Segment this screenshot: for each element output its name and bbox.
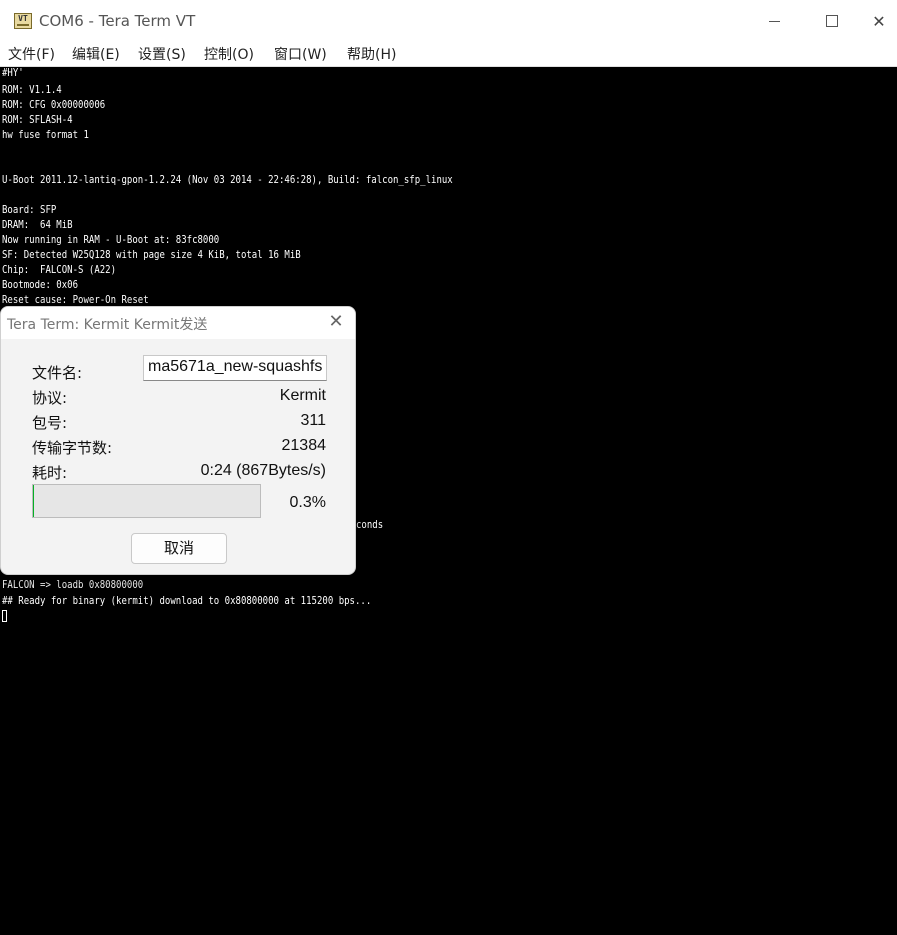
menu-file[interactable]: 文件(F): [8, 44, 55, 64]
terminal-line: Board: SFP: [2, 203, 57, 216]
title-bar[interactable]: VT COM6 - Tera Term VT ✕: [0, 0, 897, 42]
bytes-label: 传输字节数:: [32, 439, 113, 457]
minimize-button[interactable]: [745, 0, 803, 42]
time-label: 耗时:: [32, 464, 68, 482]
progress-bar: [32, 484, 261, 518]
dialog-close-icon[interactable]: ✕: [325, 311, 347, 333]
filename-label: 文件名:: [32, 364, 83, 382]
menu-bar: 文件(F) 编辑(E) 设置(S) 控制(O) 窗口(W) 帮助(H): [0, 42, 897, 67]
cancel-button[interactable]: 取消: [131, 533, 227, 564]
terminal-line: Reset cause: Power-On Reset: [2, 293, 149, 306]
filename-field[interactable]: ma5671a_new-squashfs: [143, 355, 327, 381]
progress-fill: [33, 485, 34, 517]
terminal-line: #HY': [2, 67, 24, 79]
packet-label: 包号:: [32, 414, 68, 432]
dialog-title-bar[interactable]: Tera Term: Kermit Kermit发送 ✕: [1, 307, 355, 339]
terminal-line: FALCON => loadb 0x80800000: [2, 578, 144, 591]
menu-help[interactable]: 帮助(H): [347, 44, 396, 64]
dialog-title: Tera Term: Kermit Kermit发送: [7, 317, 208, 333]
time-value: 0:24 (867Bytes/s): [200, 462, 326, 479]
kermit-send-dialog: Tera Term: Kermit Kermit发送 ✕ 文件名: ma5671…: [0, 306, 356, 575]
terminal-line: Chip: FALCON-S (A22): [2, 263, 117, 276]
tera-term-icon: VT: [14, 13, 32, 29]
menu-setup[interactable]: 设置(S): [138, 44, 186, 64]
terminal-line: ## Ready for binary (kermit) download to…: [2, 594, 372, 607]
terminal-line: Now running in RAM - U-Boot at: 83fc8000: [2, 233, 220, 246]
terminal-line: ROM: CFG 0x00000006: [2, 98, 106, 111]
minimize-icon: [768, 20, 780, 22]
menu-window[interactable]: 窗口(W): [274, 44, 327, 64]
terminal-line: ROM: SFLASH-4: [2, 113, 73, 126]
menu-control[interactable]: 控制(O): [204, 44, 254, 64]
terminal-line: conds: [356, 518, 384, 531]
maximize-button[interactable]: [803, 0, 861, 42]
terminal-line: hw fuse format 1: [2, 128, 89, 141]
maximize-icon: [826, 15, 838, 27]
packet-value: 311: [300, 412, 326, 429]
menu-edit[interactable]: 编辑(E): [72, 44, 120, 64]
protocol-value: Kermit: [279, 387, 326, 404]
terminal-line: DRAM: 64 MiB: [2, 218, 73, 231]
terminal-line: SF: Detected W25Q128 with page size 4 Ki…: [2, 248, 301, 261]
terminal-line: ROM: V1.1.4: [2, 83, 62, 96]
terminal-cursor: [2, 610, 7, 622]
protocol-label: 协议:: [32, 389, 68, 407]
bytes-value: 21384: [281, 437, 327, 454]
terminal-line: Bootmode: 0x06: [2, 278, 79, 291]
close-button[interactable]: ✕: [861, 0, 897, 42]
progress-percent: 0.3%: [289, 494, 326, 511]
window-title: COM6 - Tera Term VT: [39, 12, 196, 30]
terminal-line: U-Boot 2011.12-lantiq-gpon-1.2.24 (Nov 0…: [2, 173, 453, 186]
close-icon: ✕: [872, 11, 886, 31]
